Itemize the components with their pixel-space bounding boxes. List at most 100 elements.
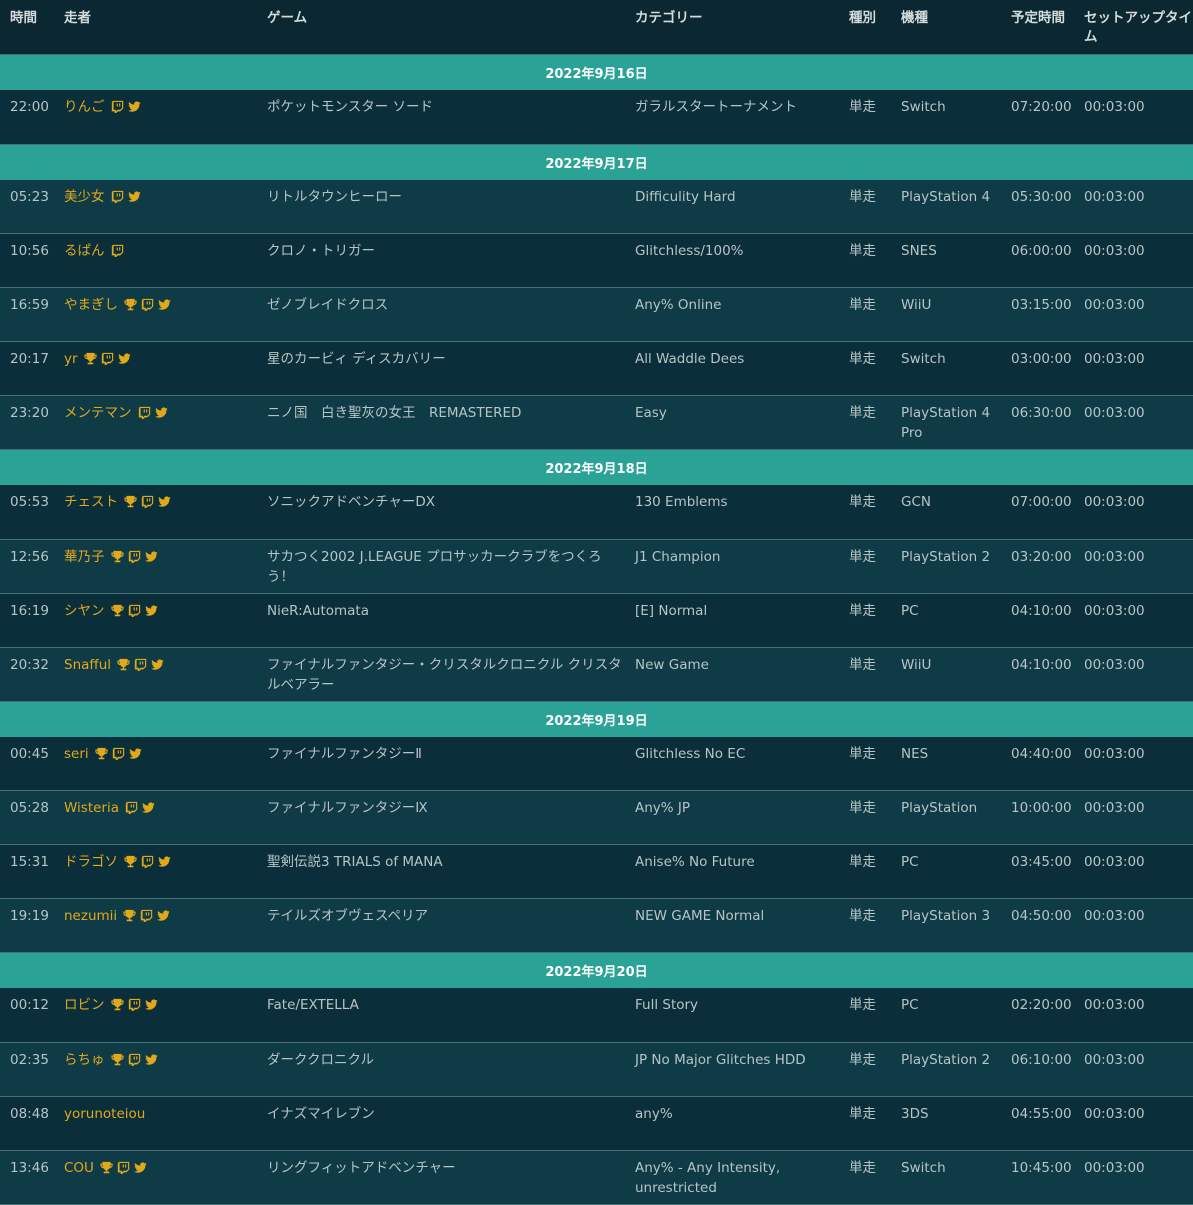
runner-icons: [111, 244, 124, 257]
twitch-icon[interactable]: [128, 1053, 141, 1066]
runner-name-link[interactable]: ドラゴソ: [64, 854, 118, 870]
twitter-icon[interactable]: [144, 1053, 158, 1066]
twitch-icon[interactable]: [138, 406, 151, 419]
runner-name-link[interactable]: 美少女: [64, 189, 105, 205]
run-game: テイルズオブヴェスペリア: [257, 898, 625, 953]
runner-name-link[interactable]: チェスト: [64, 494, 118, 510]
run-game: クロノ・トリガー: [257, 233, 625, 288]
run-estimate: 04:55:00: [1001, 1096, 1074, 1151]
twitter-icon[interactable]: [158, 855, 171, 868]
run-game: ニノ国 白き聖灰の女王 REMASTERED: [257, 395, 625, 450]
twitch-icon[interactable]: [101, 352, 114, 365]
twitter-icon[interactable]: [144, 550, 158, 563]
run-estimate: 03:20:00: [1001, 539, 1074, 594]
twitch-icon[interactable]: [141, 855, 154, 868]
run-setup: 00:03:00: [1074, 790, 1193, 845]
schedule-row: 00:12 ロビン Fate/EXTELLA Full Story 単走 PC 02:20:…: [0, 988, 1193, 1043]
run-setup: 00:03:00: [1074, 485, 1193, 540]
runner-name-link[interactable]: やまぎし: [64, 297, 118, 313]
runner-name-link[interactable]: Wisteria: [64, 800, 119, 816]
twitch-icon[interactable]: [111, 244, 124, 257]
run-platform: PlayStation 4 Pro: [891, 395, 1001, 450]
day-header-row: 2022年9月19日: [0, 701, 1193, 737]
twitch-icon[interactable]: [112, 747, 125, 760]
twitter-icon[interactable]: [127, 100, 141, 113]
runner-name-link[interactable]: 華乃子: [64, 549, 105, 565]
twitter-icon[interactable]: [157, 909, 170, 922]
trophy-icon: [117, 658, 130, 671]
twitter-icon[interactable]: [144, 998, 158, 1011]
runner-icons: [124, 298, 171, 311]
twitch-icon[interactable]: [125, 801, 138, 814]
header-type: 種別: [839, 0, 891, 55]
twitch-icon[interactable]: [117, 1161, 130, 1174]
runner-name-link[interactable]: るぱん: [64, 243, 105, 259]
run-platform: Switch: [891, 90, 1001, 145]
twitter-icon[interactable]: [117, 352, 131, 365]
twitch-icon[interactable]: [111, 100, 124, 113]
run-platform: PC: [891, 844, 1001, 899]
twitter-icon[interactable]: [144, 604, 158, 617]
runner-name-link[interactable]: nezumii: [64, 908, 117, 924]
run-game: ゼノブレイドクロス: [257, 287, 625, 342]
twitch-icon[interactable]: [141, 495, 154, 508]
twitch-icon[interactable]: [141, 298, 154, 311]
schedule-row: 10:56 るぱん クロノ・トリガー Glitchless/100% 単走 SNES 06:…: [0, 233, 1193, 288]
schedule-row: 02:35 らちゅ ダーククロニクル JP No Major Glitches HDD…: [0, 1042, 1193, 1097]
run-category: JP No Major Glitches HDD: [625, 1042, 839, 1097]
schedule-row: 23:20 メンテマン ニノ国 白き聖灰の女王 REMASTERED Easy 単走 Pl…: [0, 395, 1193, 450]
runner-name-link[interactable]: らちゅ: [64, 1052, 105, 1068]
twitch-icon[interactable]: [128, 998, 141, 1011]
run-runner-cell: Snafful: [54, 647, 257, 702]
twitter-icon[interactable]: [154, 406, 168, 419]
runner-name-link[interactable]: yr: [64, 351, 78, 367]
trophy-icon: [110, 998, 124, 1011]
runner-name-link[interactable]: シヤン: [64, 603, 105, 619]
run-time: 13:46: [0, 1150, 54, 1205]
run-category: Any% JP: [625, 790, 839, 845]
run-runner-cell: りんご: [54, 90, 257, 145]
run-type: 単走: [839, 790, 891, 845]
schedule-body: 2022年9月16日 22:00 りんご ポケットモンスター ソード ガラルスタートーナ…: [0, 54, 1193, 1205]
run-game: ダーククロニクル: [257, 1042, 625, 1097]
twitter-icon[interactable]: [142, 801, 155, 814]
run-game: ソニックアドベンチャーDX: [257, 485, 625, 540]
runner-icons: [110, 1053, 158, 1066]
run-type: 単走: [839, 485, 891, 540]
runner-name-link[interactable]: seri: [64, 746, 89, 762]
runner-name-link[interactable]: yorunoteiou: [64, 1106, 145, 1122]
runner-name-link[interactable]: ロビン: [64, 997, 105, 1013]
runner-icons: [138, 406, 168, 419]
run-runner-cell: Wisteria: [54, 790, 257, 845]
run-type: 単走: [839, 898, 891, 953]
twitter-icon[interactable]: [158, 298, 171, 311]
run-platform: WiiU: [891, 647, 1001, 702]
run-game: ファイナルファンタジーⅨ: [257, 790, 625, 845]
runner-name-link[interactable]: りんご: [64, 99, 105, 115]
twitch-icon[interactable]: [111, 190, 124, 203]
day-label: 2022年9月16日: [0, 54, 1193, 90]
twitter-icon[interactable]: [151, 658, 164, 671]
twitch-icon[interactable]: [128, 604, 141, 617]
run-platform: PC: [891, 593, 1001, 648]
runner-name-link[interactable]: メンテマン: [64, 405, 132, 421]
run-setup: 00:03:00: [1074, 90, 1193, 145]
schedule-row: 05:53 チェスト ソニックアドベンチャーDX 130 Emblems 単走 GCN 07…: [0, 485, 1193, 540]
twitter-icon[interactable]: [127, 190, 141, 203]
twitter-icon[interactable]: [158, 495, 171, 508]
run-game: 聖剣伝説3 TRIALS of MANA: [257, 844, 625, 899]
runner-name-link[interactable]: COU: [64, 1160, 94, 1176]
twitch-icon[interactable]: [134, 658, 147, 671]
runner-name-link[interactable]: Snafful: [64, 657, 111, 673]
twitter-icon[interactable]: [134, 1161, 147, 1174]
run-category: ガラルスタートーナメント: [625, 90, 839, 145]
run-category: New Game: [625, 647, 839, 702]
trophy-icon: [123, 909, 136, 922]
twitter-icon[interactable]: [128, 747, 142, 760]
trophy-icon: [124, 298, 137, 311]
twitch-icon[interactable]: [128, 550, 141, 563]
run-estimate: 06:10:00: [1001, 1042, 1074, 1097]
twitch-icon[interactable]: [140, 909, 153, 922]
run-estimate: 03:45:00: [1001, 844, 1074, 899]
day-header-row: 2022年9月17日: [0, 144, 1193, 180]
